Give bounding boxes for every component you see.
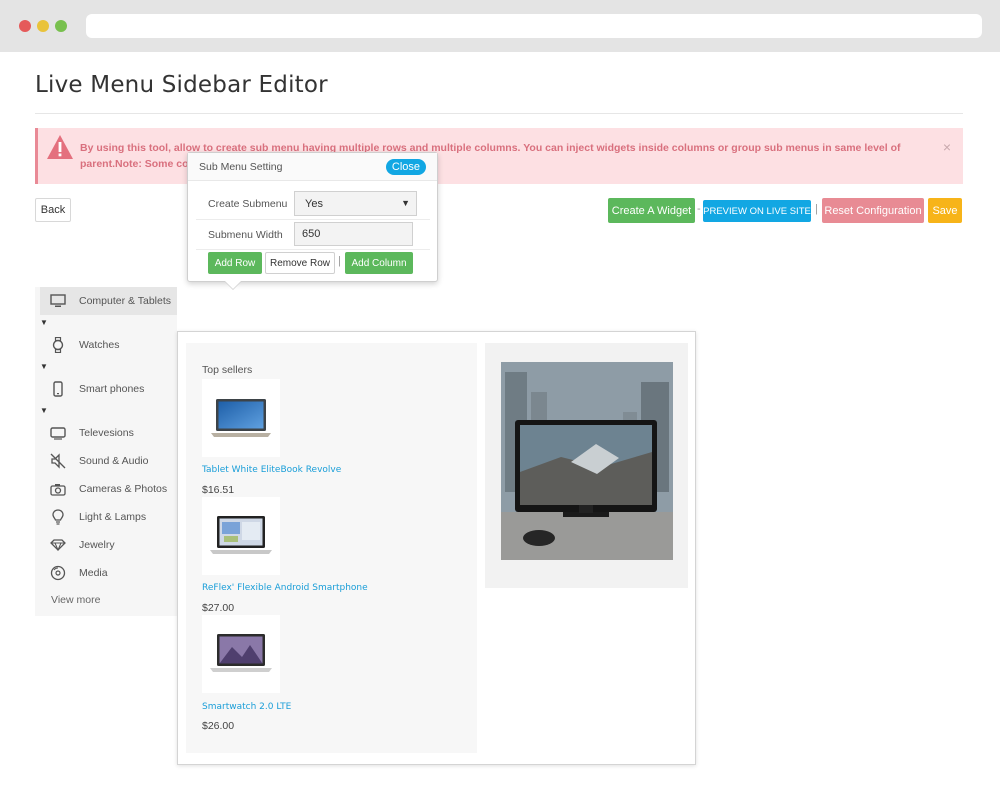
toolbar-separator: - bbox=[697, 203, 701, 215]
sidebar-item-label: Televesions bbox=[79, 427, 134, 439]
expand-caret-icon[interactable]: ▼ bbox=[40, 406, 48, 415]
media-icon bbox=[49, 564, 67, 582]
close-window-icon[interactable] bbox=[19, 20, 31, 32]
view-more-link[interactable]: View more bbox=[51, 594, 100, 606]
category-sidebar: Computer & Tablets ▼ Watches ▼ Smart pho… bbox=[35, 287, 177, 616]
product-image-laptop-icon[interactable] bbox=[202, 615, 280, 693]
submenu-width-input[interactable] bbox=[294, 222, 413, 246]
product-image-laptop-icon[interactable] bbox=[202, 497, 280, 575]
create-submenu-value: Yes bbox=[305, 198, 323, 210]
submenu-column-banner[interactable] bbox=[485, 343, 688, 588]
diamond-icon bbox=[49, 536, 67, 554]
product-link[interactable]: ReFlex' Flexible Android Smartphone bbox=[202, 583, 368, 593]
sidebar-item-cameras-photos[interactable]: Cameras & Photos bbox=[40, 475, 177, 503]
reset-configuration-button[interactable]: Reset Configuration bbox=[822, 198, 924, 223]
submenu-column-top-sellers[interactable]: Top sellers Tablet White EliteBook Revol… bbox=[186, 343, 477, 753]
sidebar-item-label: Light & Lamps bbox=[79, 511, 147, 523]
tv-icon bbox=[49, 424, 67, 442]
sidebar-item-light-lamps[interactable]: Light & Lamps bbox=[40, 503, 177, 531]
info-alert: By using this tool, allow to create sub … bbox=[35, 128, 963, 184]
popup-title: Sub Menu Setting bbox=[199, 161, 283, 173]
maximize-window-icon[interactable] bbox=[55, 20, 67, 32]
add-row-button[interactable]: Add Row bbox=[208, 252, 262, 274]
sidebar-item-media[interactable]: Media bbox=[40, 559, 177, 587]
product-image-laptop-icon[interactable] bbox=[202, 379, 280, 457]
product-price: $26.00 bbox=[202, 720, 235, 732]
sidebar-item-jewelry[interactable]: Jewelry bbox=[40, 531, 177, 559]
sidebar-item-televisions[interactable]: Televesions bbox=[40, 419, 177, 447]
minimize-window-icon[interactable] bbox=[37, 20, 49, 32]
save-button[interactable]: Save bbox=[928, 198, 962, 223]
toolbar-separator: | bbox=[815, 203, 818, 215]
page-title: Live Menu Sidebar Editor bbox=[35, 72, 328, 98]
monitor-icon bbox=[49, 292, 67, 310]
remove-row-button[interactable]: Remove Row bbox=[265, 252, 335, 274]
popup-close-button[interactable]: Close bbox=[385, 159, 426, 175]
create-widget-button[interactable]: Create A Widget bbox=[608, 198, 695, 223]
title-divider bbox=[35, 113, 963, 114]
browser-chrome bbox=[0, 0, 1000, 52]
chevron-down-icon: ▼ bbox=[401, 198, 410, 208]
alert-close-icon[interactable]: × bbox=[943, 139, 951, 155]
create-submenu-label: Create Submenu bbox=[208, 198, 288, 210]
popup-separator: | bbox=[338, 255, 341, 267]
sound-icon bbox=[49, 452, 67, 470]
sidebar-item-label: Smart phones bbox=[79, 383, 145, 395]
sidebar-item-computer-tablets[interactable]: Computer & Tablets bbox=[40, 287, 177, 315]
popup-header: Sub Menu Setting Close bbox=[188, 153, 437, 181]
camera-icon bbox=[49, 480, 67, 498]
lightbulb-icon bbox=[49, 508, 67, 526]
product-link[interactable]: Tablet White EliteBook Revolve bbox=[202, 465, 341, 475]
product-link[interactable]: Smartwatch 2.0 LTE bbox=[202, 702, 291, 712]
sidebar-item-label: Media bbox=[79, 567, 108, 579]
sidebar-item-label: Jewelry bbox=[79, 539, 115, 551]
sidebar-item-watches[interactable]: Watches bbox=[40, 331, 177, 359]
sidebar-item-label: Computer & Tablets bbox=[79, 295, 172, 307]
back-button[interactable]: Back bbox=[35, 198, 71, 222]
sidebar-item-label: Cameras & Photos bbox=[79, 483, 168, 495]
popup-divider bbox=[196, 249, 430, 250]
expand-caret-icon[interactable]: ▼ bbox=[40, 362, 48, 371]
add-column-button[interactable]: Add Column bbox=[345, 252, 413, 274]
phone-icon bbox=[49, 380, 67, 398]
sidebar-item-label: Watches bbox=[79, 339, 120, 351]
promo-banner-image[interactable] bbox=[501, 362, 673, 560]
create-submenu-select[interactable]: Yes ▼ bbox=[294, 191, 417, 216]
warning-icon bbox=[47, 135, 73, 159]
watch-icon bbox=[49, 336, 67, 354]
product-price: $27.00 bbox=[202, 602, 235, 614]
submenu-width-label: Submenu Width bbox=[208, 229, 283, 241]
popup-pointer bbox=[225, 281, 241, 289]
product-price: $16.51 bbox=[202, 484, 235, 496]
submenu-preview-panel: Top sellers Tablet White EliteBook Revol… bbox=[177, 331, 696, 765]
sidebar-item-smart-phones[interactable]: Smart phones bbox=[40, 375, 177, 403]
column-title: Top sellers bbox=[202, 364, 253, 376]
sidebar-item-sound-audio[interactable]: Sound & Audio bbox=[40, 447, 177, 475]
submenu-setting-popup: Sub Menu Setting Close Create Submenu Ye… bbox=[187, 152, 438, 282]
popup-divider bbox=[196, 219, 430, 220]
preview-live-site-button[interactable]: PREVIEW ON LIVE SITE bbox=[703, 200, 811, 222]
expand-caret-icon[interactable]: ▼ bbox=[40, 318, 48, 327]
address-bar[interactable] bbox=[86, 14, 982, 38]
sidebar-item-label: Sound & Audio bbox=[79, 455, 149, 467]
